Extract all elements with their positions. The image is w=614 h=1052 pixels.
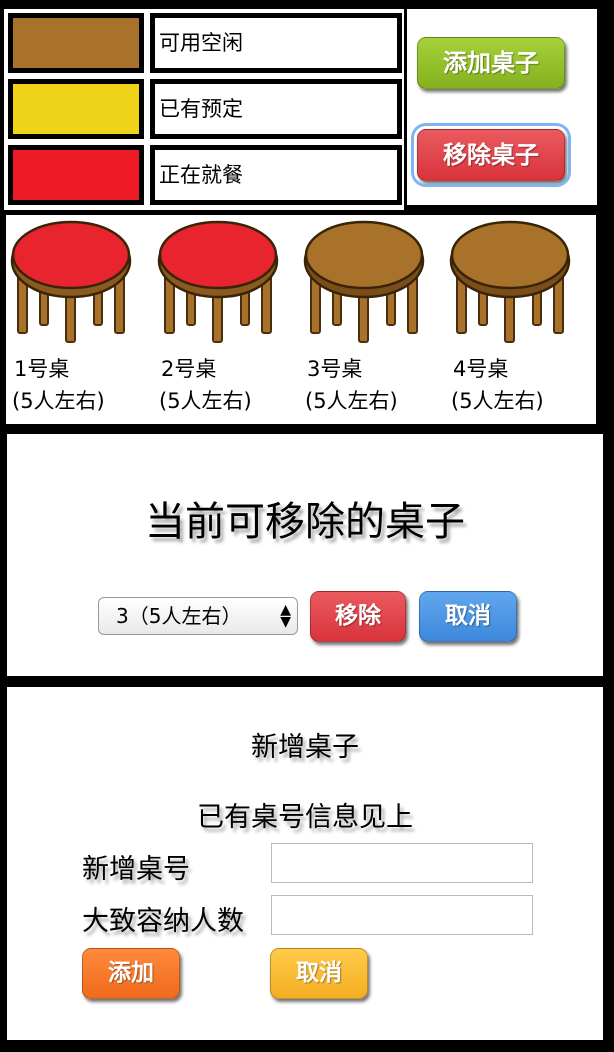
- legend-label: 已有预定: [150, 79, 402, 139]
- cancel-add-button[interactable]: 取消: [270, 948, 368, 999]
- table-card-1[interactable]: 1号桌 (5人左右): [6, 215, 152, 424]
- table-capacity: (5人左右): [12, 389, 105, 413]
- table-icon: [10, 220, 132, 343]
- table-name: 4号桌: [453, 357, 509, 381]
- add-form-subtitle: 已有桌号信息见上: [197, 802, 413, 833]
- table-number-input[interactable]: [271, 843, 533, 883]
- table-card-3[interactable]: 3号桌 (5人左右): [299, 215, 445, 424]
- table-name: 2号桌: [161, 357, 217, 381]
- legend-label: 正在就餐: [150, 145, 402, 205]
- legend-item-dining: 正在就餐: [8, 145, 402, 205]
- table-capacity: (5人左右): [305, 389, 398, 413]
- table-number-label: 新增桌号: [82, 854, 190, 885]
- legend-item-available: 可用空闲: [8, 13, 402, 73]
- status-legend: 可用空闲 已有预定 正在就餐: [4, 9, 404, 210]
- table-capacity: (5人左右): [159, 389, 252, 413]
- confirm-remove-button[interactable]: 移除: [310, 591, 406, 642]
- removable-table-select[interactable]: 3（5人左右） ▲ ▼: [98, 597, 298, 635]
- legend-swatch-available: [8, 13, 144, 73]
- add-table-button[interactable]: 添加桌子: [417, 37, 565, 89]
- select-arrows-icon: ▲ ▼: [280, 602, 291, 630]
- legend-swatch-dining: [8, 145, 144, 205]
- remove-table-dialog: 当前可移除的桌子 3（5人左右） ▲ ▼ 移除 取消: [7, 434, 603, 676]
- legend-item-reserved: 已有预定: [8, 79, 402, 139]
- legend-label: 可用空闲: [150, 13, 402, 73]
- remove-table-button[interactable]: 移除桌子: [411, 123, 571, 187]
- capacity-input[interactable]: [271, 895, 533, 935]
- table-icon: [157, 220, 279, 343]
- add-form-title: 新增桌子: [251, 732, 359, 763]
- action-buttons: 添加桌子 移除桌子: [407, 9, 597, 205]
- table-card-4[interactable]: 4号桌 (5人左右): [445, 215, 591, 424]
- cancel-remove-button[interactable]: 取消: [419, 591, 517, 642]
- capacity-label: 大致容纳人数: [82, 906, 244, 937]
- table-icon: [303, 220, 425, 343]
- remove-dialog-title: 当前可移除的桌子: [145, 499, 465, 545]
- table-capacity: (5人左右): [451, 389, 544, 413]
- table-name: 1号桌: [14, 357, 70, 381]
- table-icon: [449, 220, 571, 343]
- table-name: 3号桌: [307, 357, 363, 381]
- add-button[interactable]: 添加: [82, 948, 180, 999]
- table-card-2[interactable]: 2号桌 (5人左右): [153, 215, 299, 424]
- legend-swatch-reserved: [8, 79, 144, 139]
- add-table-form: 新增桌子 已有桌号信息见上 新增桌号 大致容纳人数 添加 取消: [7, 687, 603, 1040]
- select-value: 3（5人左右）: [116, 604, 242, 628]
- table-list: 1号桌 (5人左右) 2号桌 (5人左右) 3号桌 (5人左右) 4号桌 (5人…: [6, 215, 596, 424]
